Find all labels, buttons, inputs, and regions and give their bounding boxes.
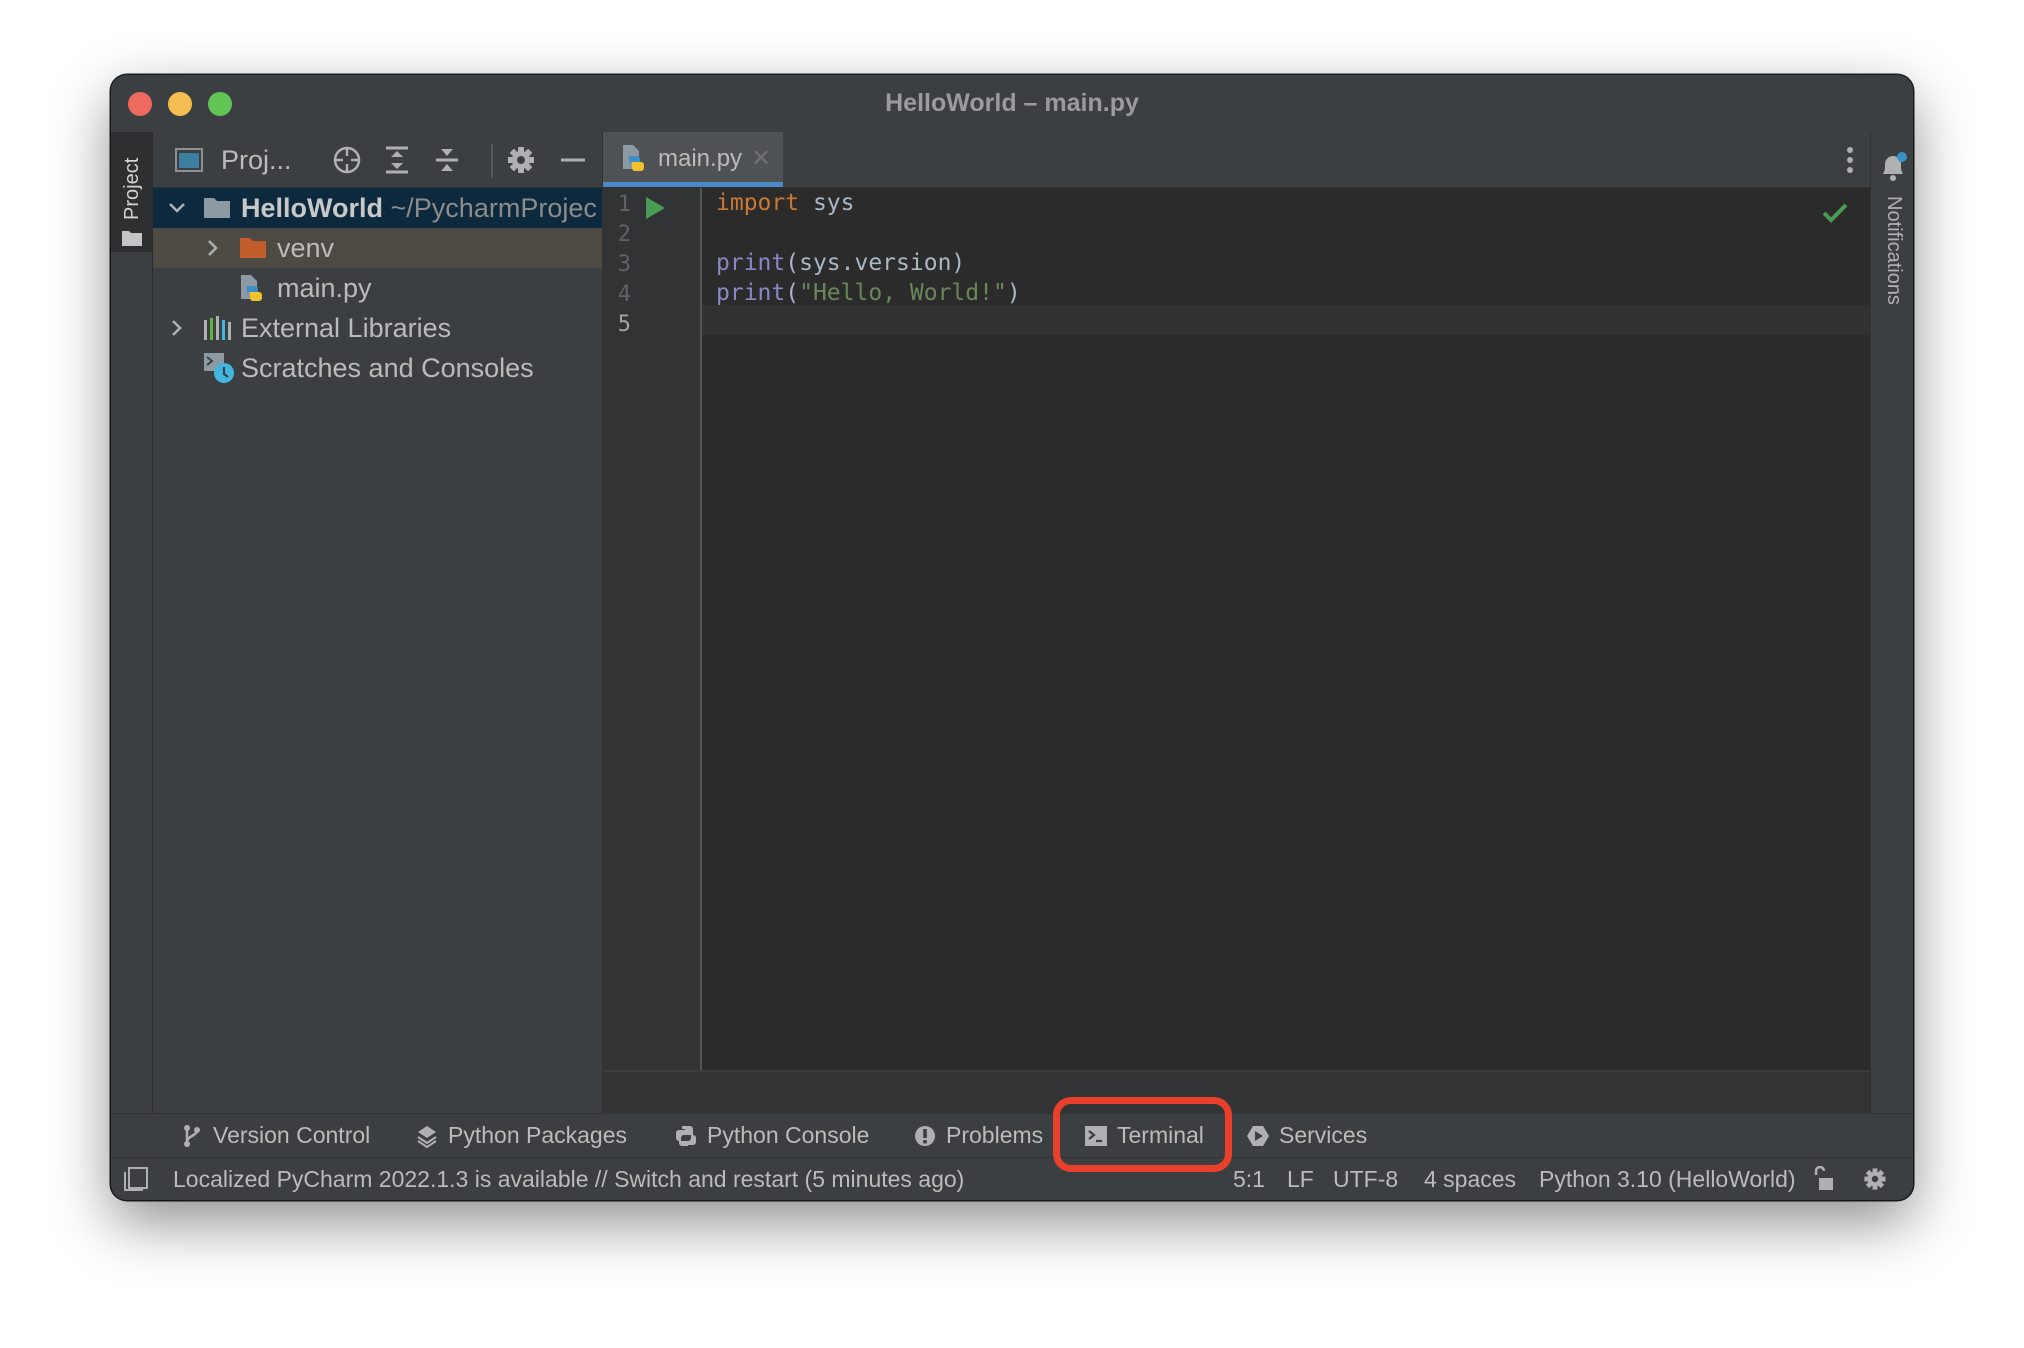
editor-horizontal-area xyxy=(603,1070,1870,1115)
close-tab-icon[interactable]: ✕ xyxy=(751,144,771,173)
chevron-down-icon[interactable] xyxy=(165,196,189,220)
libraries-icon xyxy=(204,316,231,340)
play-hexagon-icon xyxy=(1247,1125,1269,1146)
tree-item-label: main.py xyxy=(277,273,372,303)
project-folder-icon xyxy=(204,198,230,218)
active-tab-indicator xyxy=(603,182,783,187)
project-tree: HelloWorld ~/PycharmProjec venv main.py xyxy=(153,188,602,388)
branch-icon xyxy=(184,1124,200,1147)
tool-window-terminal[interactable]: Terminal xyxy=(1085,1114,1204,1157)
python-file-icon xyxy=(623,145,644,171)
exclamation-icon xyxy=(915,1125,935,1146)
terminal-icon xyxy=(1085,1125,1107,1146)
tree-item-label: Scratches and Consoles xyxy=(241,353,534,383)
project-view-icon xyxy=(175,148,203,172)
editor-tab-bar: main.py ✕ xyxy=(603,132,1870,188)
scratches-icon xyxy=(204,353,234,383)
editor-gutter: 1 2 3 4 5 xyxy=(603,188,702,1072)
locate-icon[interactable] xyxy=(331,144,363,176)
project-tool-tab-label: Project xyxy=(121,157,143,220)
expand-all-icon[interactable] xyxy=(381,144,413,176)
python-interpreter[interactable]: Python 3.10 (HelloWorld) xyxy=(1539,1166,1796,1193)
python-file-icon xyxy=(241,275,262,301)
unlock-icon[interactable] xyxy=(1812,1166,1838,1192)
line-separator[interactable]: LF xyxy=(1287,1166,1314,1193)
tool-window-label: Problems xyxy=(946,1122,1044,1148)
python-icon xyxy=(676,1125,696,1146)
line-number: 2 xyxy=(617,222,631,247)
notifications-bell-icon[interactable] xyxy=(1879,152,1907,182)
toolbar-separator xyxy=(491,144,493,178)
project-view-selector[interactable]: Proj... xyxy=(221,145,292,176)
tree-item-external-libraries[interactable]: External Libraries xyxy=(153,308,602,348)
line-number: 4 xyxy=(617,282,631,307)
tool-window-label: Version Control xyxy=(213,1122,371,1148)
more-options-icon[interactable] xyxy=(1846,146,1854,174)
status-bar: Localized PyCharm 2022.1.3 is available … xyxy=(111,1158,1913,1200)
code-line-3: print(sys.version) xyxy=(716,250,966,276)
settings-gear-icon[interactable] xyxy=(1862,1166,1888,1192)
current-line-highlight xyxy=(702,305,1870,335)
tree-item-label: External Libraries xyxy=(241,313,452,343)
title-bar: HelloWorld – main.py xyxy=(111,75,1913,133)
notifications-tab-label[interactable]: Notifications xyxy=(1882,196,1905,305)
status-message[interactable]: Localized PyCharm 2022.1.3 is available … xyxy=(173,1166,964,1193)
toggle-tool-windows-icon[interactable] xyxy=(123,1166,149,1192)
tool-window-label: Terminal xyxy=(1117,1122,1204,1148)
line-number: 1 xyxy=(617,192,631,217)
chevron-right-icon[interactable] xyxy=(165,316,189,340)
chevron-right-icon[interactable] xyxy=(201,236,225,260)
tree-item-venv[interactable]: venv xyxy=(153,228,602,268)
layers-icon xyxy=(417,1125,437,1148)
code-line-4: print("Hello, World!") xyxy=(716,280,1021,306)
tree-item-scratches[interactable]: Scratches and Consoles xyxy=(153,348,602,388)
caret-position[interactable]: 5:1 xyxy=(1233,1166,1265,1193)
project-panel-toolbar: Proj... xyxy=(153,132,602,188)
no-problems-check-icon[interactable] xyxy=(1822,202,1848,224)
project-panel: Proj... HelloWorld ~/PycharmProjec venv … xyxy=(153,132,603,1115)
tool-window-python-packages[interactable]: Python Packages xyxy=(416,1114,627,1157)
window-title: HelloWorld – main.py xyxy=(885,89,1139,117)
hide-panel-icon[interactable] xyxy=(557,144,589,176)
code-line-1: import sys xyxy=(716,190,855,216)
tool-window-label: Python Console xyxy=(707,1122,870,1148)
folder-icon xyxy=(122,231,142,246)
gear-icon[interactable] xyxy=(505,144,537,176)
ide-window: HelloWorld – main.py Project Proj... Hel… xyxy=(111,75,1913,1200)
tree-item-label: venv xyxy=(277,233,335,263)
line-number-current: 5 xyxy=(617,312,631,337)
project-path: ~/PycharmProjec xyxy=(390,193,597,223)
tool-window-label: Services xyxy=(1279,1122,1368,1148)
tool-window-version-control[interactable]: Version Control xyxy=(181,1114,370,1157)
tool-window-python-console[interactable]: Python Console xyxy=(675,1114,869,1157)
project-name: HelloWorld xyxy=(241,193,384,223)
tool-window-bar: Version Control Python Packages Python C… xyxy=(111,1113,1913,1158)
line-number: 3 xyxy=(617,252,631,277)
code-editor[interactable]: import sys print(sys.version) print("Hel… xyxy=(702,188,1870,1072)
tree-item-helloworld[interactable]: HelloWorld ~/PycharmProjec xyxy=(153,188,602,228)
file-encoding[interactable]: UTF-8 xyxy=(1333,1166,1398,1193)
right-tool-strip: Notifications xyxy=(1870,132,1913,1115)
left-tool-strip: Project xyxy=(111,132,153,1115)
tree-item-main-py[interactable]: main.py xyxy=(153,268,602,308)
tool-window-problems[interactable]: Problems xyxy=(914,1114,1043,1157)
tool-window-label: Python Packages xyxy=(448,1122,628,1148)
indent-setting[interactable]: 4 spaces xyxy=(1424,1166,1516,1193)
tool-window-services[interactable]: Services xyxy=(1247,1114,1367,1157)
run-icon[interactable] xyxy=(644,196,666,220)
project-tool-tab[interactable]: Project xyxy=(111,132,152,252)
excluded-folder-icon xyxy=(240,238,266,258)
collapse-all-icon[interactable] xyxy=(431,144,463,176)
tab-label: main.py xyxy=(658,145,743,172)
editor-area: main.py ✕ 1 2 3 4 5 import sys print(sys… xyxy=(603,132,1870,1115)
tab-main-py[interactable]: main.py ✕ xyxy=(603,132,783,187)
